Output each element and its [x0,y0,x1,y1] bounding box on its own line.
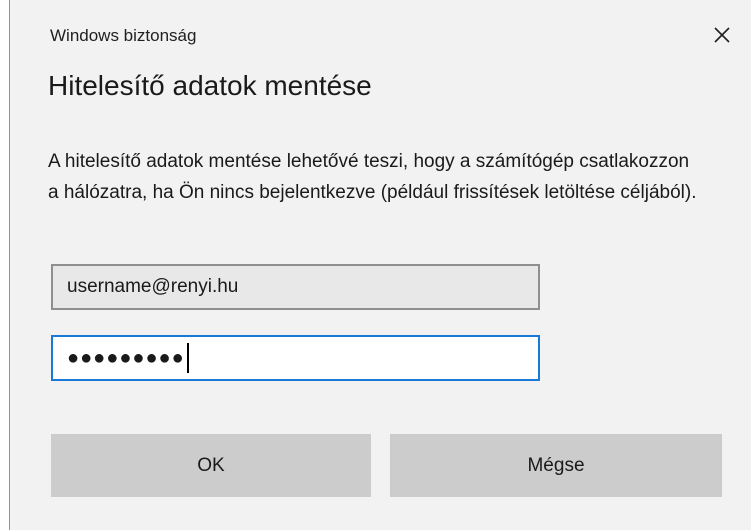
dialog-heading: Hitelesítő adatok mentése [48,70,372,101]
close-button[interactable] [707,20,737,50]
username-field[interactable]: username@renyi.hu [51,264,540,310]
username-value: username@renyi.hu [67,276,239,297]
window-title: Windows biztonság [50,26,197,45]
text-caret [186,343,189,373]
ok-button[interactable]: OK [51,434,371,497]
close-icon [714,27,730,43]
password-value: ●●●●●●●●● [67,346,185,369]
dialog-description: A hitelesítő adatok mentése lehetővé tes… [48,151,697,203]
credentials-dialog: Windows biztonság Hitelesítő adatok ment… [9,0,751,530]
cancel-button[interactable]: Mégse [390,434,722,497]
password-field[interactable]: ●●●●●●●●● [51,335,540,381]
